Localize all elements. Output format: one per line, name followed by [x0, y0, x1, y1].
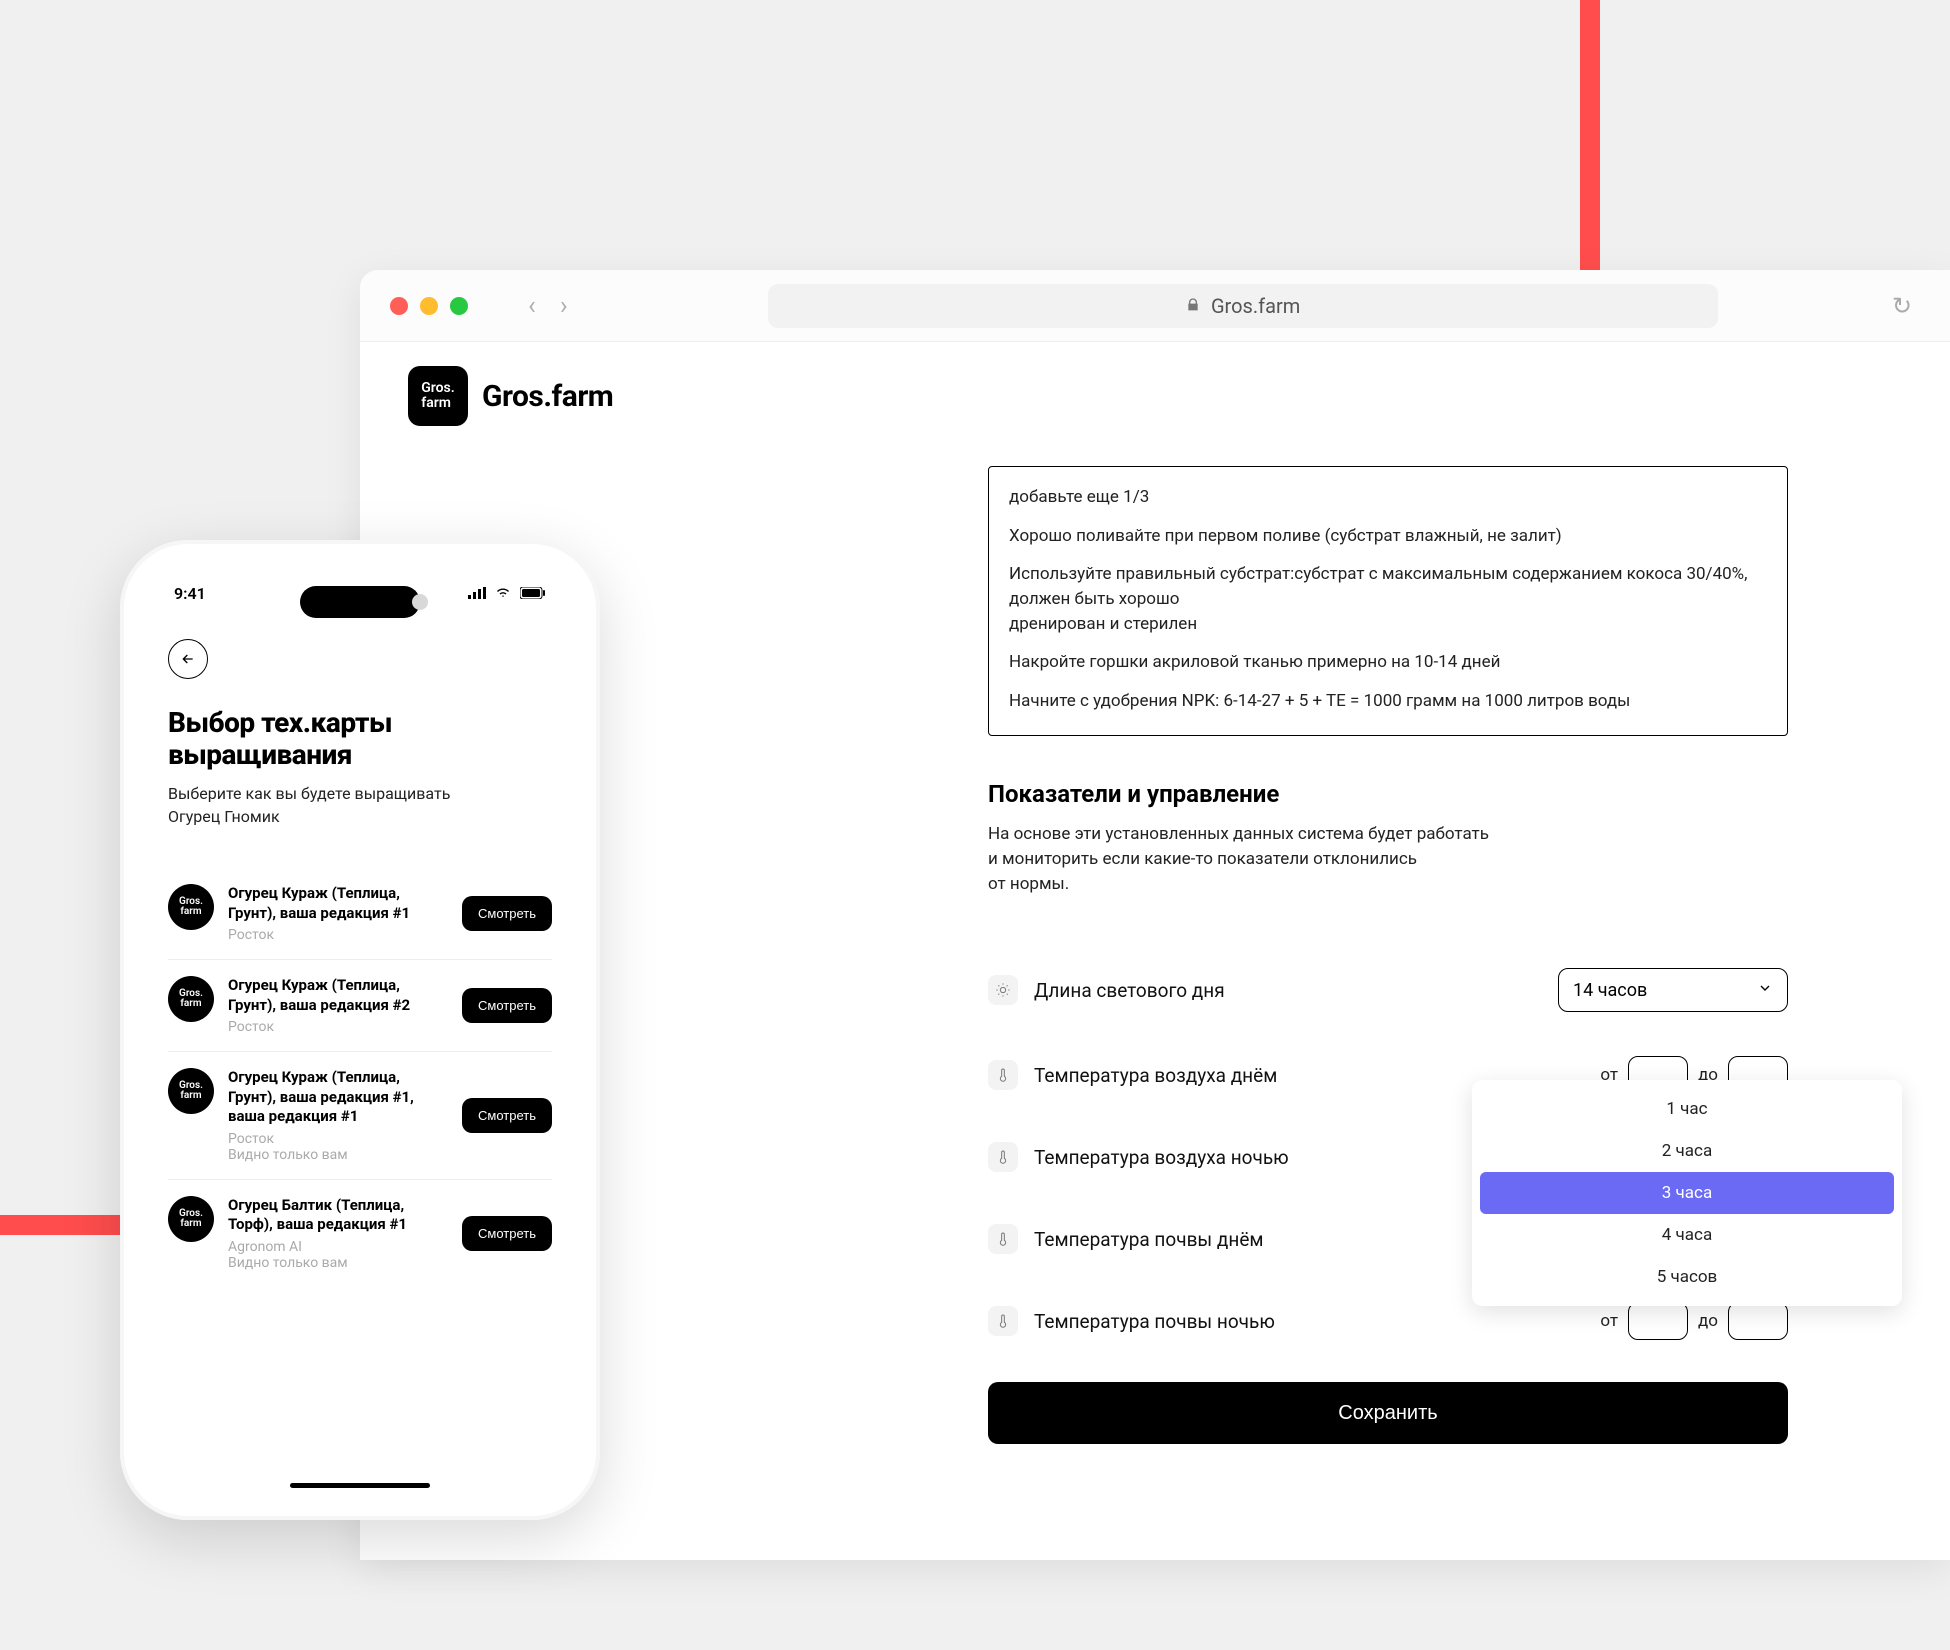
back-button[interactable] — [168, 639, 208, 679]
card-list: Gros. farm Огурец Кураж (Теплица, Грунт)… — [168, 868, 552, 1287]
section-description: На основе эти установленных данных систе… — [988, 822, 1788, 896]
card-meta: Росток — [228, 1019, 448, 1035]
address-bar[interactable]: Gros.farm — [768, 284, 1718, 328]
signal-icon — [468, 584, 486, 603]
maximize-button[interactable] — [450, 297, 468, 315]
daylight-dropdown: 1 час2 часа3 часа4 часа5 часов — [1472, 1080, 1902, 1306]
lock-icon — [1185, 294, 1201, 318]
page-subtitle: Выберите как вы будете выращиватьОгурец … — [168, 783, 552, 828]
card-body: Огурец Балтик (Теплица, Торф), ваша реда… — [228, 1196, 448, 1271]
view-button[interactable]: Смотреть — [462, 1216, 552, 1251]
instruction-line: Начните с удобрения NPK: 6-14-27 + 5 + T… — [1009, 689, 1767, 714]
phone-mockup: 9:41 Выбор тех.картывыращивания Выберите… — [120, 540, 600, 1520]
card-body: Огурец Кураж (Теплица, Грунт), ваша реда… — [228, 976, 448, 1035]
wifi-icon — [494, 584, 512, 603]
dropdown-option[interactable]: 5 часов — [1480, 1256, 1894, 1298]
instructions-box: добавьте еще 1/3 Хорошо поливайте при пе… — [988, 466, 1788, 736]
phone-content: Выбор тех.картывыращивания Выберите как … — [152, 603, 568, 1287]
card-title: Огурец Кураж (Теплица, Грунт), ваша реда… — [228, 976, 448, 1015]
brand-badge-icon: Gros. farm — [408, 366, 468, 426]
avatar: Gros. farm — [168, 1068, 214, 1114]
thermometer-icon — [988, 1060, 1018, 1090]
dropdown-option[interactable]: 1 час — [1480, 1088, 1894, 1130]
battery-icon — [520, 584, 546, 603]
brand-name: Gros.farm — [482, 379, 613, 414]
thermometer-icon — [988, 1142, 1018, 1172]
param-daylight: Длина светового дня 14 часов — [988, 946, 1788, 1034]
view-button[interactable]: Смотреть — [462, 1098, 552, 1133]
status-time: 9:41 — [174, 584, 206, 603]
list-item: Gros. farm Огурец Кураж (Теплица, Грунт)… — [168, 868, 552, 960]
card-title: Огурец Кураж (Теплица, Грунт), ваша реда… — [228, 1068, 448, 1127]
nav-arrows: ‹ › — [528, 291, 568, 321]
brand-row: Gros. farm Gros.farm — [408, 366, 1902, 426]
phone-screen: 9:41 Выбор тех.картывыращивания Выберите… — [142, 562, 578, 1498]
param-label: Температура почвы ночью — [1034, 1310, 1600, 1333]
browser-chrome: ‹ › Gros.farm ↻ — [360, 270, 1950, 342]
thermometer-icon — [988, 1224, 1018, 1254]
daylight-select[interactable]: 14 часов — [1558, 968, 1788, 1012]
minimize-button[interactable] — [420, 297, 438, 315]
decor-bar-top — [1580, 0, 1600, 270]
thermometer-icon — [988, 1306, 1018, 1336]
save-button[interactable]: Сохранить — [988, 1382, 1788, 1444]
sun-icon — [988, 975, 1018, 1005]
avatar: Gros. farm — [168, 884, 214, 930]
select-value: 14 часов — [1573, 980, 1647, 1001]
soil-night-to-input[interactable] — [1728, 1302, 1788, 1340]
instruction-line: Используйте правильный субстрат:субстрат… — [1009, 562, 1767, 636]
card-title: Огурец Кураж (Теплица, Грунт), ваша реда… — [228, 884, 448, 923]
instruction-line: Накройте горшки акриловой тканью примерн… — [1009, 650, 1767, 675]
instruction-line: Хорошо поливайте при первом поливе (субс… — [1009, 524, 1767, 549]
back-button[interactable]: ‹ — [528, 291, 536, 321]
card-meta: Росток — [228, 927, 448, 943]
url-text: Gros.farm — [1211, 294, 1300, 318]
dropdown-option[interactable]: 2 часа — [1480, 1130, 1894, 1172]
card-body: Огурец Кураж (Теплица, Грунт), ваша реда… — [228, 1068, 448, 1163]
avatar: Gros. farm — [168, 1196, 214, 1242]
traffic-lights — [390, 297, 468, 315]
avatar: Gros. farm — [168, 976, 214, 1022]
dynamic-island — [300, 586, 420, 618]
soil-night-from-input[interactable] — [1628, 1302, 1688, 1340]
forward-button[interactable]: › — [560, 291, 568, 321]
chevron-down-icon — [1757, 980, 1773, 1001]
instruction-line: добавьте еще 1/3 — [1009, 485, 1767, 510]
dropdown-option[interactable]: 3 часа — [1480, 1172, 1894, 1214]
decor-bar-left — [0, 1215, 130, 1235]
dropdown-option[interactable]: 4 часа — [1480, 1214, 1894, 1256]
section-title: Показатели и управление — [988, 780, 1788, 808]
view-button[interactable]: Смотреть — [462, 896, 552, 931]
reload-icon[interactable]: ↻ — [1892, 292, 1912, 320]
page-title: Выбор тех.картывыращивания — [168, 707, 552, 771]
to-label: до — [1698, 1311, 1718, 1331]
home-indicator — [290, 1483, 430, 1488]
card-body: Огурец Кураж (Теплица, Грунт), ваша реда… — [228, 884, 448, 943]
status-right — [468, 584, 546, 603]
param-label: Длина светового дня — [1034, 979, 1558, 1002]
list-item: Gros. farm Огурец Балтик (Теплица, Торф)… — [168, 1180, 552, 1287]
card-meta: РостокВидно только вам — [228, 1131, 448, 1163]
param-controls: от до — [1600, 1302, 1788, 1340]
card-title: Огурец Балтик (Теплица, Торф), ваша реда… — [228, 1196, 448, 1235]
close-button[interactable] — [390, 297, 408, 315]
card-meta: Agronom AIВидно только вам — [228, 1239, 448, 1271]
list-item: Gros. farm Огурец Кураж (Теплица, Грунт)… — [168, 960, 552, 1052]
list-item: Gros. farm Огурец Кураж (Теплица, Грунт)… — [168, 1052, 552, 1180]
from-label: от — [1600, 1311, 1618, 1331]
view-button[interactable]: Смотреть — [462, 988, 552, 1023]
